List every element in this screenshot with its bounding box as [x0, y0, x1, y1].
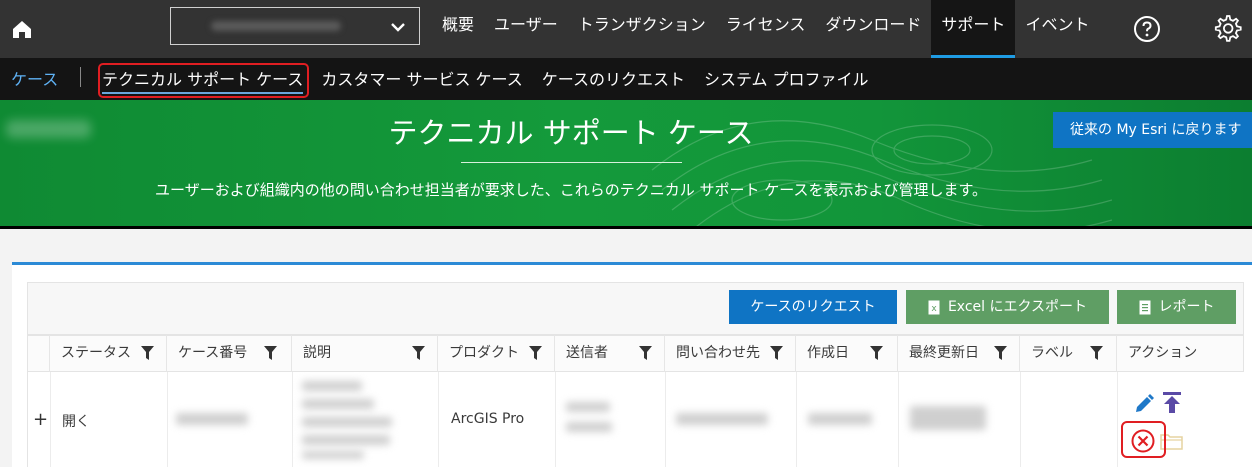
description-redacted: [302, 451, 364, 459]
header-description-label: 説明: [303, 345, 331, 361]
sub-nav-customer-service-cases[interactable]: カスタマー サービス ケース: [321, 66, 522, 94]
header-label[interactable]: ラベル: [1020, 335, 1117, 372]
submitter-redacted: [566, 422, 612, 432]
sub-nav-divider: [80, 67, 81, 87]
filter-icon[interactable]: [412, 346, 425, 360]
organization-select[interactable]: [170, 7, 420, 45]
submitter-redacted: [566, 402, 610, 412]
header-actions-label: アクション: [1128, 345, 1198, 361]
header-status-label: ステータス: [61, 345, 131, 361]
description-redacted: [302, 417, 392, 427]
column-divider: [292, 372, 293, 467]
header-status[interactable]: ステータス: [50, 335, 167, 372]
filter-icon[interactable]: [264, 346, 277, 360]
column-divider: [796, 372, 797, 467]
expand-row-button[interactable]: +: [33, 409, 48, 430]
page-title: テクニカル サポート ケース: [388, 116, 754, 150]
filter-icon[interactable]: [994, 346, 1007, 360]
header-description[interactable]: 説明: [292, 335, 438, 372]
created-date-redacted: [808, 413, 872, 425]
sub-nav-cases[interactable]: ケース: [11, 66, 58, 90]
filter-icon[interactable]: [639, 346, 652, 360]
column-divider: [167, 372, 168, 467]
nav-transactions[interactable]: トランザクション: [568, 0, 716, 58]
sub-nav-request-case[interactable]: ケースのリクエスト: [542, 66, 685, 94]
nav-overview[interactable]: 概要: [432, 0, 484, 58]
description-redacted: [302, 381, 362, 391]
svg-text:x: x: [931, 304, 937, 314]
header-contact-label: 問い合わせ先: [676, 345, 760, 361]
contact-redacted: [676, 413, 768, 425]
filter-icon[interactable]: [870, 346, 883, 360]
filter-icon[interactable]: [141, 346, 154, 360]
request-case-label: ケースのリクエスト: [750, 299, 876, 315]
export-excel-label: Excel にエクスポート: [947, 299, 1088, 315]
export-excel-button[interactable]: x Excel にエクスポート: [906, 290, 1109, 324]
nav-support[interactable]: サポート: [931, 0, 1016, 58]
nav-licenses[interactable]: ライセンス: [716, 0, 816, 58]
header-actions: アクション: [1117, 335, 1244, 372]
header-submitter[interactable]: 送信者: [555, 335, 665, 372]
edit-icon[interactable]: [1133, 393, 1155, 415]
hero-banner: テクニカル サポート ケース ユーザーおよび組織内の他の問い合わせ担当者が要求し…: [0, 100, 1252, 226]
column-divider: [1020, 372, 1021, 467]
top-navigation-bar: 概要 ユーザー トランザクション ライセンス ダウンロード サポート イベント: [0, 0, 1252, 58]
report-icon: [1139, 300, 1150, 314]
product-value: ArcGIS Pro: [451, 411, 525, 427]
legacy-my-esri-button[interactable]: 従来の My Esri に戻ります: [1053, 112, 1252, 148]
column-divider: [665, 372, 666, 467]
highlight-box-technical-support: [98, 63, 309, 98]
description-redacted: [302, 435, 390, 445]
description-redacted: [302, 399, 374, 409]
case-number-redacted[interactable]: [176, 413, 248, 425]
home-icon[interactable]: [9, 16, 35, 42]
escalate-icon[interactable]: [1161, 391, 1183, 415]
header-submitter-label: 送信者: [566, 345, 608, 361]
title-divider: [461, 162, 682, 163]
nav-events[interactable]: イベント: [1015, 0, 1099, 58]
header-created-date-label: 作成日: [807, 345, 849, 361]
header-product[interactable]: プロダクト: [438, 335, 555, 372]
nav-downloads[interactable]: ダウンロード: [815, 0, 931, 58]
column-divider: [438, 372, 439, 467]
hero-bottom-border: [0, 226, 1252, 229]
header-case-number-label: ケース番号: [178, 345, 248, 361]
highlight-box-close-case: [1121, 421, 1166, 458]
header-last-updated[interactable]: 最終更新日: [898, 335, 1020, 372]
column-divider: [898, 372, 899, 467]
last-updated-redacted: [910, 406, 986, 430]
filter-icon[interactable]: [1090, 346, 1103, 360]
header-product-label: プロダクト: [449, 345, 519, 361]
report-label: レポート: [1158, 299, 1215, 315]
filter-icon[interactable]: [770, 346, 783, 360]
column-divider: [1117, 372, 1118, 467]
filter-icon[interactable]: [529, 346, 542, 360]
request-case-button[interactable]: ケースのリクエスト: [729, 290, 897, 324]
page-description: ユーザーおよび組織内の他の問い合わせ担当者が要求した、これらのテクニカル サポー…: [155, 181, 987, 199]
report-button[interactable]: レポート: [1117, 290, 1236, 324]
header-last-updated-label: 最終更新日: [909, 345, 979, 361]
nav-users[interactable]: ユーザー: [484, 0, 568, 58]
header-contact[interactable]: 問い合わせ先: [665, 335, 796, 372]
organization-name-redacted: [211, 21, 341, 31]
sub-nav-system-profile[interactable]: システム プロファイル: [704, 66, 869, 94]
header-created-date[interactable]: 作成日: [796, 335, 898, 372]
chevron-down-icon: [391, 23, 405, 32]
header-case-number[interactable]: ケース番号: [167, 335, 292, 372]
main-menu: 概要 ユーザー トランザクション ライセンス ダウンロード サポート イベント: [432, 0, 1099, 58]
column-divider: [555, 372, 556, 467]
excel-icon: x: [928, 300, 940, 314]
help-icon[interactable]: [1133, 15, 1161, 43]
column-divider: [50, 372, 51, 467]
status-value: 開く: [62, 414, 90, 430]
header-label-label: ラベル: [1031, 345, 1073, 361]
header-expand-column: [27, 335, 50, 372]
gear-icon[interactable]: [1212, 13, 1242, 43]
